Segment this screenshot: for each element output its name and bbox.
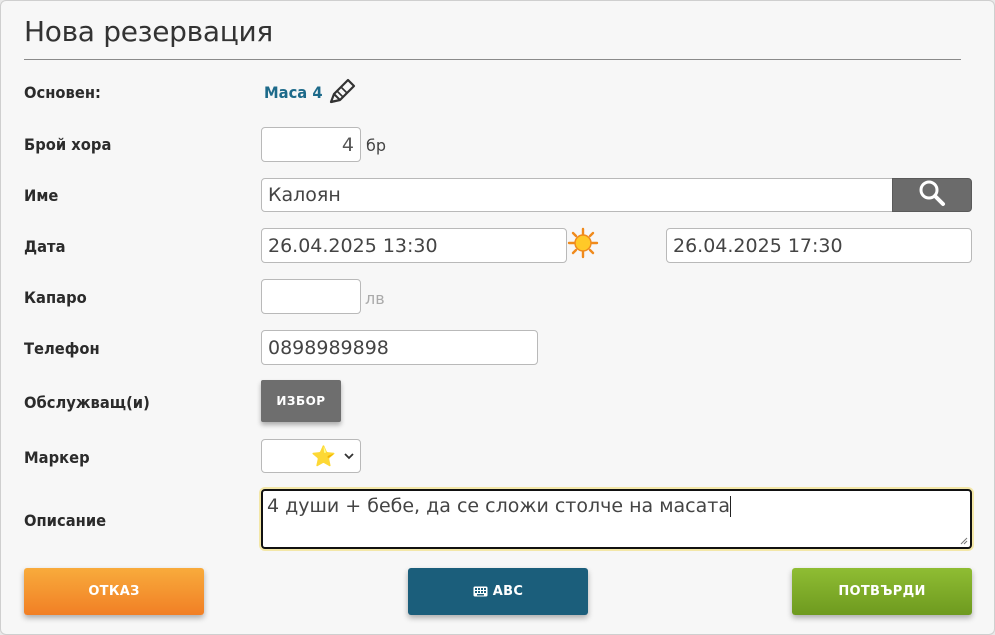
name-label: Име <box>24 186 59 205</box>
edit-pencil-icon[interactable] <box>327 77 357 110</box>
search-icon <box>917 179 947 212</box>
star-icon: ⭐ <box>311 445 336 468</box>
dialog-title: Нова резервация <box>24 15 273 48</box>
choose-staff-button[interactable]: ИЗБОР <box>261 380 341 422</box>
title-divider <box>24 59 961 60</box>
keyboard-button[interactable]: ABC <box>408 568 588 615</box>
name-input[interactable]: Калоян <box>261 178 893 212</box>
cancel-button[interactable]: ОТКАЗ <box>24 568 204 615</box>
deposit-input[interactable] <box>261 279 361 314</box>
keyboard-button-label: ABC <box>492 584 524 599</box>
deposit-label: Капаро <box>24 288 87 307</box>
resize-grip-icon[interactable] <box>960 537 968 545</box>
date-label: Дата <box>24 237 66 256</box>
sun-icon[interactable] <box>567 227 599 264</box>
text-caret <box>729 496 731 517</box>
date-from-input[interactable]: 26.04.2025 13:30 <box>261 228 567 263</box>
confirm-button[interactable]: ПОТВЪРДИ <box>792 568 972 615</box>
marker-select[interactable]: ⭐ <box>261 439 361 473</box>
description-textarea[interactable]: 4 души + бебе, да се сложи столче на мас… <box>261 489 972 549</box>
phone-label: Телефон <box>24 339 100 358</box>
search-button[interactable] <box>892 178 972 212</box>
description-label: Описание <box>24 511 107 530</box>
description-text: 4 души + бебе, да се сложи столче на мас… <box>267 495 730 517</box>
deposit-unit: лв <box>365 289 385 308</box>
staff-label: Обслужващ(и) <box>24 393 150 412</box>
people-count-label: Брой хора <box>24 135 112 154</box>
new-reservation-dialog: Нова резервация Основен: Маса 4 Брой хор… <box>0 0 995 635</box>
table-link[interactable]: Маса 4 <box>264 83 323 102</box>
marker-label: Маркер <box>24 448 90 467</box>
people-count-unit: бр <box>366 136 387 155</box>
people-count-input[interactable]: 4 <box>261 127 361 162</box>
phone-input[interactable]: 0898989898 <box>261 330 538 365</box>
date-to-input[interactable]: 26.04.2025 17:30 <box>666 228 972 263</box>
keyboard-icon <box>473 586 488 597</box>
chevron-down-icon <box>344 447 354 465</box>
base-label: Основен: <box>24 83 101 102</box>
